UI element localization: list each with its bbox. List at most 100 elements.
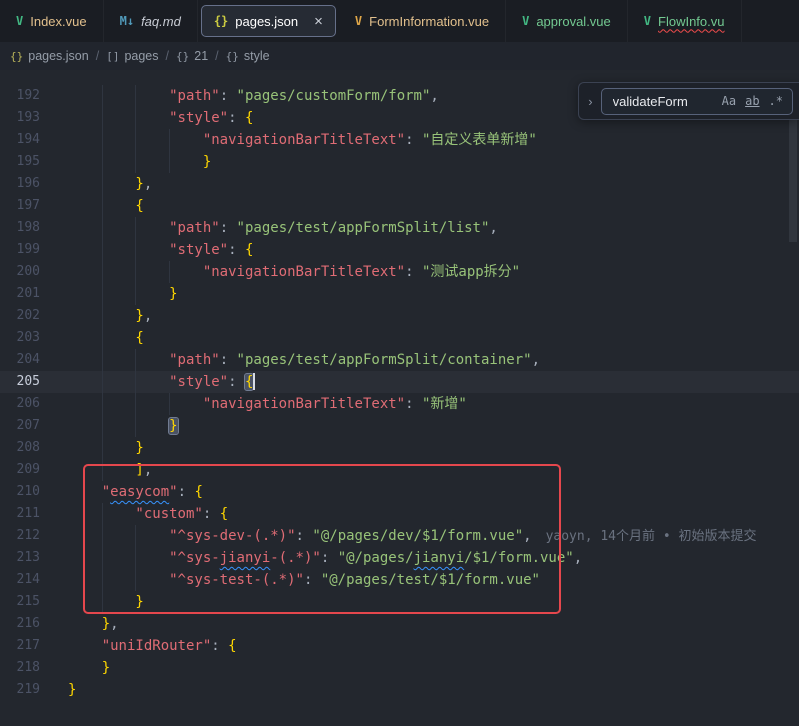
chevron-right-icon[interactable]: › — [588, 94, 592, 109]
breadcrumb-item-pages.json[interactable]: {}pages.json — [10, 49, 89, 63]
find-input[interactable] — [611, 93, 713, 110]
code-line[interactable]: 214"^sys-test-(.*)": "@/pages/test/$1/fo… — [0, 569, 799, 591]
line-number[interactable]: 204 — [0, 349, 56, 371]
line-number[interactable]: 199 — [0, 239, 56, 261]
code-line[interactable]: 217"uniIdRouter": { — [0, 635, 799, 657]
code-line[interactable]: 212"^sys-dev-(.*)": "@/pages/dev/$1/form… — [0, 525, 799, 547]
token: { — [245, 110, 253, 126]
line-number[interactable]: 200 — [0, 261, 56, 283]
indent-guide — [68, 195, 102, 217]
token: } — [169, 418, 177, 434]
tab-label: FormInformation.vue — [369, 14, 489, 29]
code-line[interactable]: 203{ — [0, 327, 799, 349]
code-line[interactable]: 213"^sys-jianyi-(.*)": "@/pages/jianyi/$… — [0, 547, 799, 569]
breadcrumb-item-21[interactable]: {}21 — [176, 49, 208, 63]
code-line[interactable]: 198"path": "pages/test/appFormSplit/list… — [0, 217, 799, 239]
line-number[interactable]: 208 — [0, 437, 56, 459]
tab-faq.md[interactable]: M↓faq.md — [104, 0, 198, 42]
code-line[interactable]: 218} — [0, 657, 799, 679]
line-number[interactable]: 212 — [0, 525, 56, 547]
code-line[interactable]: 210"easycom": { — [0, 481, 799, 503]
code-line[interactable]: 197{ — [0, 195, 799, 217]
code-line[interactable]: 211"custom": { — [0, 503, 799, 525]
tab-Index.vue[interactable]: VIndex.vue — [0, 0, 104, 42]
line-number[interactable]: 192 — [0, 85, 56, 107]
line-number[interactable]: 217 — [0, 635, 56, 657]
tab-FormInformation.vue[interactable]: VFormInformation.vue — [339, 0, 506, 42]
indent-guide — [102, 459, 136, 481]
code-line[interactable]: 196}, — [0, 173, 799, 195]
line-number[interactable]: 219 — [0, 679, 56, 701]
line-number[interactable]: 213 — [0, 547, 56, 569]
code-line[interactable]: 205"style": { — [0, 371, 799, 393]
line-number[interactable]: 210 — [0, 481, 56, 503]
code-line[interactable]: 200"navigationBarTitleText": "测试app拆分" — [0, 261, 799, 283]
line-content: } — [56, 151, 799, 173]
code-line[interactable]: 209], — [0, 459, 799, 481]
code-line[interactable]: 199"style": { — [0, 239, 799, 261]
line-number[interactable]: 214 — [0, 569, 56, 591]
token: "style" — [169, 374, 228, 390]
line-number[interactable]: 207 — [0, 415, 56, 437]
code-line[interactable]: 208} — [0, 437, 799, 459]
line-number[interactable]: 202 — [0, 305, 56, 327]
indent-guide — [102, 107, 136, 129]
line-number[interactable]: 205 — [0, 371, 56, 393]
indent-guide — [135, 107, 169, 129]
code-line[interactable]: 207} — [0, 415, 799, 437]
whole-word-icon[interactable]: ab — [745, 94, 759, 108]
indent-guide — [135, 349, 169, 371]
line-number[interactable]: 197 — [0, 195, 56, 217]
indent-guide — [102, 525, 136, 547]
code-line[interactable]: 204"path": "pages/test/appFormSplit/cont… — [0, 349, 799, 371]
token: " — [102, 484, 110, 500]
indent-guide — [102, 591, 136, 613]
tab-pages.json[interactable]: {}pages.json× — [201, 5, 336, 37]
indent-guide — [68, 393, 102, 415]
line-number[interactable]: 211 — [0, 503, 56, 525]
token: , — [430, 88, 438, 104]
line-number[interactable]: 216 — [0, 613, 56, 635]
code-line[interactable]: 219} — [0, 679, 799, 701]
line-number[interactable]: 201 — [0, 283, 56, 305]
indent-guide — [102, 305, 136, 327]
code-line[interactable]: 202}, — [0, 305, 799, 327]
vue-icon: V — [522, 14, 529, 28]
regex-icon[interactable]: .* — [769, 94, 783, 108]
breadcrumb-item-pages[interactable]: []pages — [106, 49, 158, 63]
breadcrumb-item-style[interactable]: {}style — [226, 49, 270, 63]
indent-guide — [135, 129, 169, 151]
tab-FlowInfo.vu[interactable]: VFlowInfo.vu — [628, 0, 742, 42]
code-line[interactable]: 195} — [0, 151, 799, 173]
token: "测试app拆分" — [422, 264, 520, 280]
code-line[interactable]: 206"navigationBarTitleText": "新增" — [0, 393, 799, 415]
indent-guide — [68, 481, 102, 503]
line-number[interactable]: 203 — [0, 327, 56, 349]
code-line[interactable]: 216}, — [0, 613, 799, 635]
token: jianyi — [220, 550, 271, 566]
token: { — [220, 506, 228, 522]
line-number[interactable]: 209 — [0, 459, 56, 481]
line-content: "uniIdRouter": { — [56, 635, 799, 657]
close-icon[interactable]: × — [314, 14, 323, 29]
line-number[interactable]: 195 — [0, 151, 56, 173]
line-number[interactable]: 193 — [0, 107, 56, 129]
indent-guide — [102, 349, 136, 371]
code-line[interactable]: 194"navigationBarTitleText": "自定义表单新增" — [0, 129, 799, 151]
line-number[interactable]: 218 — [0, 657, 56, 679]
code-line[interactable]: 201} — [0, 283, 799, 305]
line-number[interactable]: 196 — [0, 173, 56, 195]
token: : — [178, 484, 195, 500]
line-content: ], — [56, 459, 799, 481]
line-number[interactable]: 194 — [0, 129, 56, 151]
token: } — [135, 440, 143, 456]
tab-label: FlowInfo.vu — [658, 14, 724, 29]
token: "path" — [169, 220, 220, 236]
breadcrumb-label: pages.json — [28, 49, 88, 63]
line-number[interactable]: 206 — [0, 393, 56, 415]
line-number[interactable]: 215 — [0, 591, 56, 613]
line-number[interactable]: 198 — [0, 217, 56, 239]
code-line[interactable]: 215} — [0, 591, 799, 613]
tab-approval.vue[interactable]: Vapproval.vue — [506, 0, 628, 42]
match-case-icon[interactable]: Aa — [722, 94, 736, 108]
